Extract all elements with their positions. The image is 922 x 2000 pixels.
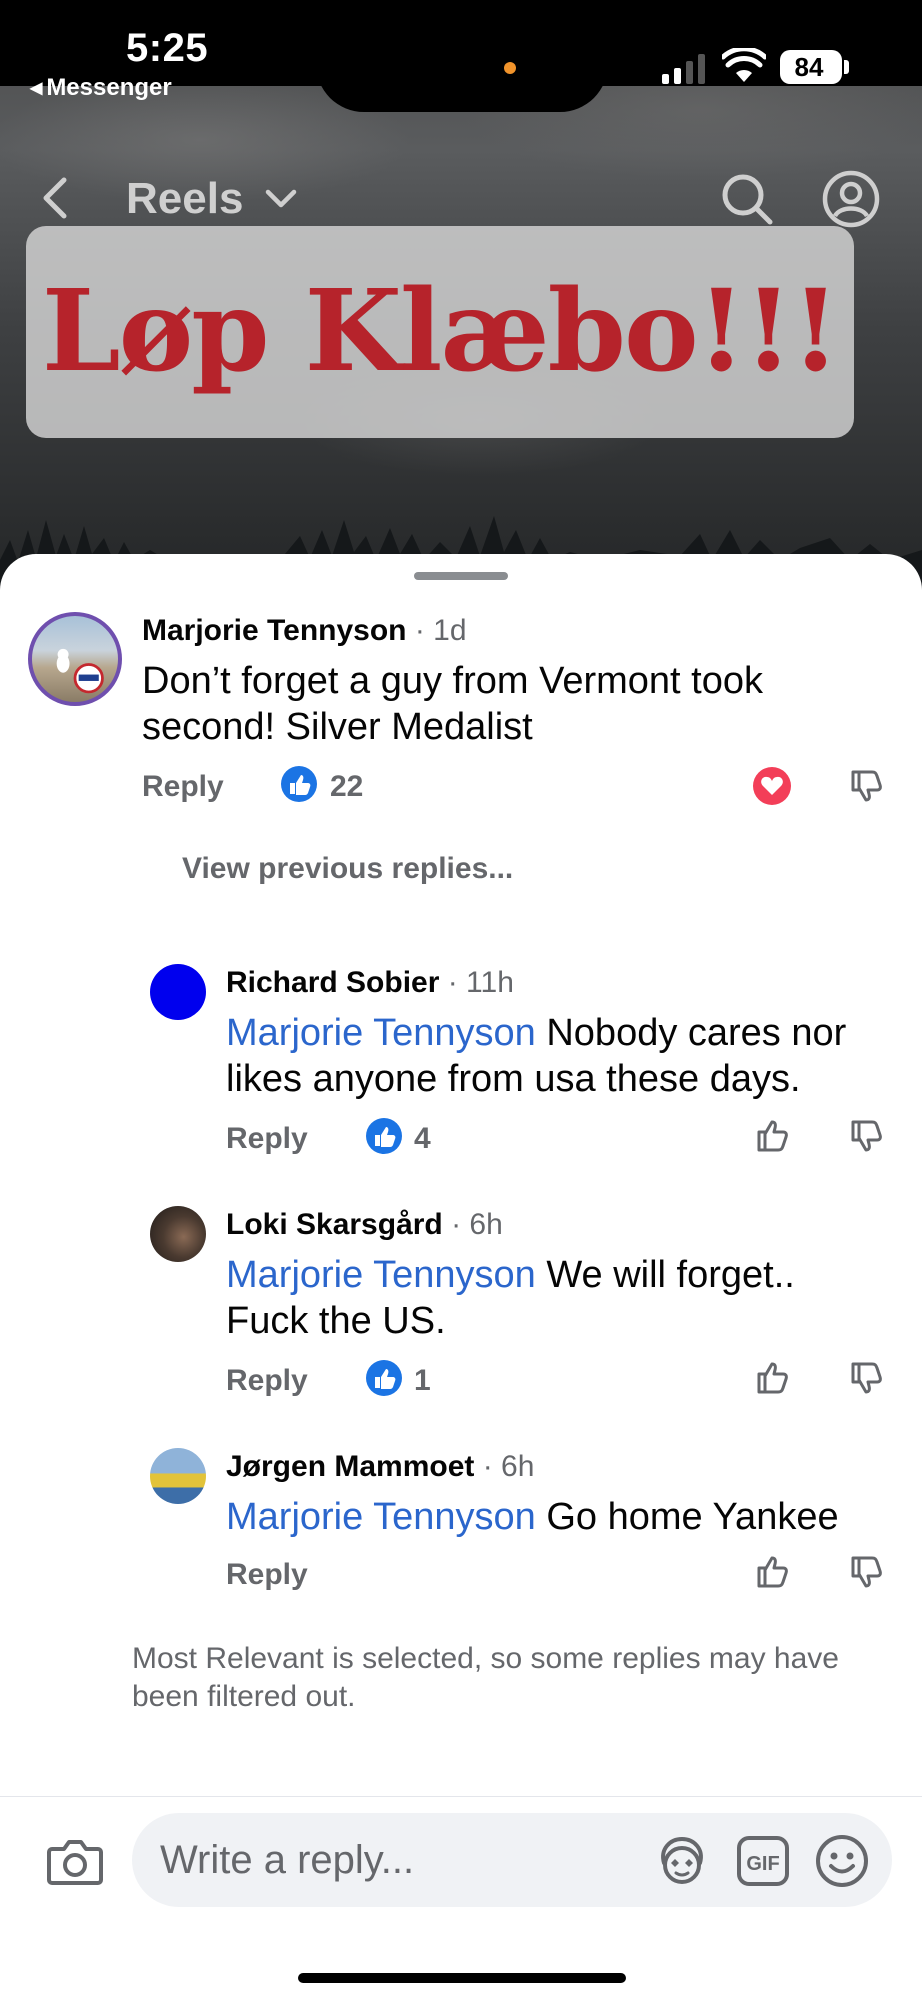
dislike-icon[interactable] [846,766,886,806]
battery-tip [844,60,849,74]
comment-author[interactable]: Marjorie Tennyson [142,614,407,647]
cellular-signal-icon [662,54,705,84]
like-count[interactable]: 1 [414,1364,431,1398]
reply-button[interactable]: Reply [226,1122,308,1156]
comment-author[interactable]: Jørgen Mammoet [226,1450,474,1483]
comment-body: Go home Yankee [535,1496,839,1538]
mention-link[interactable]: Marjorie Tennyson [226,1012,536,1054]
like-count[interactable]: 4 [414,1122,431,1156]
avatar-sticker-icon[interactable] [654,1833,710,1889]
comment-age: · 1d [414,614,467,647]
comment-text: Marjorie Tennyson Nobody cares nor likes… [226,1010,896,1102]
comment-author-line: Richard Sobier · 11h [226,966,514,1000]
comment-author[interactable]: Richard Sobier [226,966,439,999]
dynamic-island [316,0,608,112]
battery-indicator: 84 [780,50,842,84]
svg-text:GIF: GIF [746,1853,779,1875]
avatar[interactable] [150,1448,206,1504]
mention-link[interactable]: Marjorie Tennyson [226,1496,536,1538]
reel-caption-banner: Løp Klæbo!!! [26,226,854,438]
reels-title[interactable]: Reels [126,174,243,224]
comment-age: · 11h [447,966,514,999]
reply-button[interactable]: Reply [226,1558,308,1592]
home-indicator[interactable] [298,1973,626,1983]
camera-indicator-dot [504,62,516,74]
reply-composer: GIF [0,1796,922,2000]
like-icon[interactable] [752,1116,792,1156]
like-count[interactable]: 22 [330,770,363,804]
wifi-icon [722,48,766,82]
like-badge-icon [366,1360,402,1396]
back-to-app-button[interactable]: ◀ Messenger [30,74,172,102]
avatar[interactable] [150,964,206,1020]
like-badge-icon [281,766,317,802]
battery-level: 84 [794,52,824,82]
sheet-grabber[interactable] [414,572,508,580]
dislike-icon[interactable] [846,1552,886,1592]
profile-icon[interactable] [822,170,880,228]
comment-author[interactable]: Loki Skarsgård [226,1208,443,1241]
comment-age: · 6h [451,1208,503,1241]
comment-age: · 6h [482,1450,535,1483]
back-app-label: Messenger [46,74,172,101]
reply-button[interactable]: Reply [226,1364,308,1398]
comment-text: Marjorie Tennyson Go home Yankee [226,1494,896,1540]
gif-icon[interactable]: GIF [736,1835,790,1887]
reel-caption-text: Løp Klæbo!!! [41,266,840,397]
reply-input[interactable] [160,1813,630,1907]
emoji-icon[interactable] [814,1833,870,1889]
comment-author-line: Loki Skarsgård · 6h [226,1208,503,1242]
comment-author-line: Jørgen Mammoet · 6h [226,1450,534,1484]
back-chevron-icon[interactable] [40,176,70,220]
comment-text: Don’t forget a guy from Vermont took sec… [142,660,763,748]
avatar[interactable] [150,1206,206,1262]
reply-button[interactable]: Reply [142,770,224,804]
vote-badge-icon [56,648,104,694]
comments-sheet: Marjorie Tennyson · 1d Don’t forget a gu… [0,554,922,2000]
love-reaction-icon[interactable] [752,766,792,806]
chevron-down-icon[interactable] [264,188,298,210]
dislike-icon[interactable] [846,1116,886,1156]
search-icon[interactable] [720,172,774,226]
avatar[interactable] [28,612,122,706]
camera-icon[interactable] [46,1837,104,1887]
like-badge-icon [366,1118,402,1154]
dislike-icon[interactable] [846,1358,886,1398]
filter-notice: Most Relevant is selected, so some repli… [132,1642,839,1713]
back-triangle-icon: ◀ [30,80,43,97]
view-previous-replies[interactable]: View previous replies... [182,852,513,886]
like-icon[interactable] [752,1552,792,1592]
like-icon[interactable] [752,1358,792,1398]
comment-author-line: Marjorie Tennyson · 1d [142,614,467,648]
comment-text: Marjorie Tennyson We will forget.. Fuck … [226,1252,866,1344]
status-time: 5:25 [126,26,209,70]
mention-link[interactable]: Marjorie Tennyson [226,1254,536,1296]
reply-input-container[interactable]: GIF [132,1813,892,1907]
